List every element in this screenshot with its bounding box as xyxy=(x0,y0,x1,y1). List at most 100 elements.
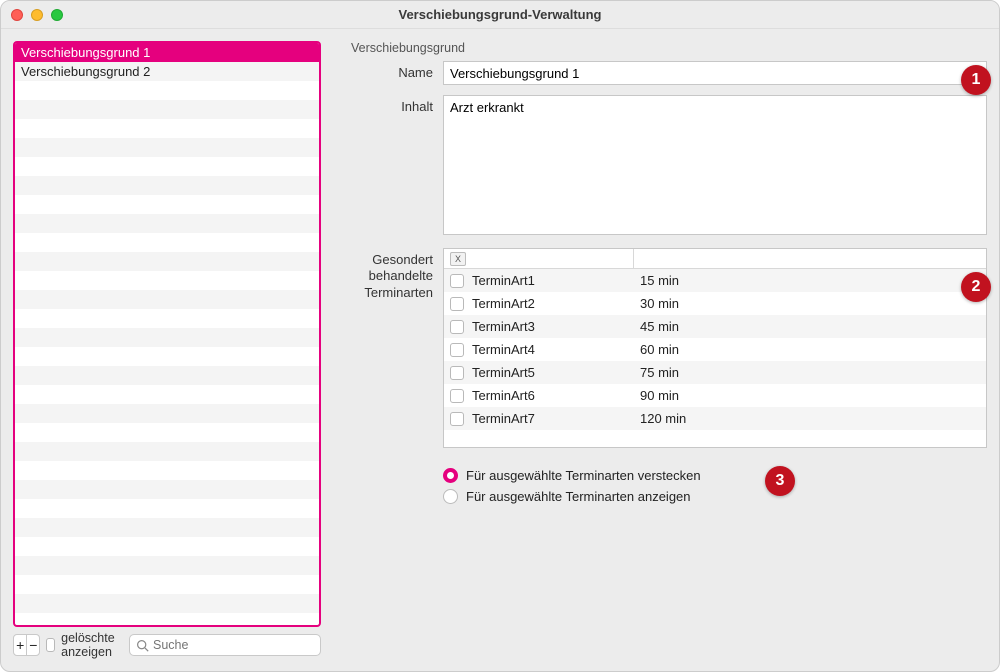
name-label: Name xyxy=(333,61,433,85)
list-item[interactable] xyxy=(15,518,319,537)
name-row: Name 1 xyxy=(333,61,987,85)
window-title: Verschiebungsgrund-Verwaltung xyxy=(1,7,999,22)
list-item[interactable] xyxy=(15,442,319,461)
row-name: TerminArt4 xyxy=(472,342,535,357)
remove-button[interactable]: − xyxy=(26,635,39,655)
list-item[interactable] xyxy=(15,537,319,556)
table-header-col1[interactable]: X xyxy=(444,249,634,268)
sidebar-footer: + − gelöschte anzeigen xyxy=(13,627,321,659)
search-field[interactable] xyxy=(129,634,321,656)
list-item[interactable] xyxy=(15,575,319,594)
row-checkbox[interactable] xyxy=(450,320,464,334)
table-row[interactable] xyxy=(444,430,986,440)
list-item[interactable] xyxy=(15,347,319,366)
radio-show[interactable] xyxy=(443,489,458,504)
content-row: Inhalt Arzt erkrankt xyxy=(333,95,987,238)
annotation-badge-1: 1 xyxy=(961,65,991,95)
row-name: TerminArt6 xyxy=(472,388,535,403)
list-item[interactable] xyxy=(15,461,319,480)
terminarten-label: Gesondert behandelte Terminarten xyxy=(333,248,433,448)
detail-panel: Verschiebungsgrund Name 1 Inhalt Arzt er… xyxy=(333,41,987,659)
list-item[interactable]: Verschiebungsgrund 1 xyxy=(15,43,319,62)
radio-show-row[interactable]: Für ausgewählte Terminarten anzeigen xyxy=(443,489,987,504)
list-item[interactable] xyxy=(15,290,319,309)
list-item[interactable] xyxy=(15,214,319,233)
content-label: Inhalt xyxy=(333,95,433,238)
row-duration: 120 min xyxy=(634,411,986,426)
list-item[interactable] xyxy=(15,157,319,176)
table-row[interactable]: TerminArt5 75 min xyxy=(444,361,986,384)
list-item[interactable] xyxy=(15,271,319,290)
terminarten-row: Gesondert behandelte Terminarten X xyxy=(333,248,987,448)
list-item[interactable] xyxy=(15,138,319,157)
terminarten-label-l3: Terminarten xyxy=(364,285,433,300)
show-deleted-checkbox[interactable] xyxy=(46,638,55,652)
annotation-badge-3: 3 xyxy=(765,466,795,496)
search-input[interactable] xyxy=(153,638,314,652)
table-header-col2[interactable] xyxy=(634,249,986,268)
add-button[interactable]: + xyxy=(14,635,26,655)
annotation-badge-2: 2 xyxy=(961,272,991,302)
content-area: Verschiebungsgrund 1Verschiebungsgrund 2… xyxy=(1,29,999,671)
list-item[interactable] xyxy=(15,233,319,252)
reason-list[interactable]: Verschiebungsgrund 1Verschiebungsgrund 2 xyxy=(13,41,321,627)
name-input[interactable] xyxy=(443,61,987,85)
radio-hide-row[interactable]: Für ausgewählte Terminarten verstecken xyxy=(443,468,987,483)
list-item[interactable] xyxy=(15,328,319,347)
row-duration: 45 min xyxy=(634,319,986,334)
row-checkbox[interactable] xyxy=(450,412,464,426)
row-checkbox[interactable] xyxy=(450,366,464,380)
row-checkbox[interactable] xyxy=(450,274,464,288)
row-duration: 60 min xyxy=(634,342,986,357)
list-item[interactable] xyxy=(15,499,319,518)
form: Name 1 Inhalt Arzt erkrankt Gesondert xyxy=(333,61,987,504)
table-row[interactable]: TerminArt3 45 min xyxy=(444,315,986,338)
list-item[interactable] xyxy=(15,119,319,138)
table-row[interactable]: TerminArt4 60 min xyxy=(444,338,986,361)
list-item[interactable] xyxy=(15,594,319,613)
list-item[interactable] xyxy=(15,480,319,499)
radio-hide-label: Für ausgewählte Terminarten verstecken xyxy=(466,468,701,483)
table-header: X xyxy=(444,249,986,269)
row-name: TerminArt7 xyxy=(472,411,535,426)
radio-show-label: Für ausgewählte Terminarten anzeigen xyxy=(466,489,691,504)
app-window: Verschiebungsgrund-Verwaltung Verschiebu… xyxy=(0,0,1000,672)
clear-selection-button[interactable]: X xyxy=(450,252,466,266)
list-item[interactable] xyxy=(15,81,319,100)
table-row[interactable]: TerminArt7 120 min xyxy=(444,407,986,430)
list-item[interactable]: Verschiebungsgrund 2 xyxy=(15,62,319,81)
table-row[interactable]: TerminArt115 min xyxy=(444,269,986,292)
row-duration: 75 min xyxy=(634,365,986,380)
list-item[interactable] xyxy=(15,100,319,119)
terminarten-table: X TerminArt115 minTerminArt230 minTermin… xyxy=(443,248,987,448)
table-body[interactable]: TerminArt115 minTerminArt230 minTerminAr… xyxy=(444,269,986,447)
list-item[interactable] xyxy=(15,385,319,404)
list-item[interactable] xyxy=(15,309,319,328)
list-item[interactable] xyxy=(15,556,319,575)
list-item[interactable] xyxy=(15,366,319,385)
row-duration: 15 min xyxy=(634,273,986,288)
list-item[interactable] xyxy=(15,423,319,442)
table-row[interactable]: TerminArt2 30 min xyxy=(444,292,986,315)
row-duration: 30 min xyxy=(634,296,986,311)
row-name: TerminArt3 xyxy=(472,319,535,334)
content-textarea[interactable]: Arzt erkrankt xyxy=(443,95,987,235)
terminarten-label-l2: behandelte xyxy=(369,268,433,283)
table-row[interactable]: TerminArt6 90 min xyxy=(444,384,986,407)
show-deleted-label: gelöschte anzeigen xyxy=(61,631,123,659)
row-checkbox[interactable] xyxy=(450,389,464,403)
list-item[interactable] xyxy=(15,176,319,195)
row-duration: 90 min xyxy=(634,388,986,403)
row-checkbox[interactable] xyxy=(450,297,464,311)
visibility-radios: Für ausgewählte Terminarten verstecken F… xyxy=(443,468,987,504)
row-name: TerminArt5 xyxy=(472,365,535,380)
add-remove-buttons: + − xyxy=(13,634,40,656)
search-icon xyxy=(136,639,149,652)
list-item[interactable] xyxy=(15,252,319,271)
list-item[interactable] xyxy=(15,195,319,214)
radio-hide[interactable] xyxy=(443,468,458,483)
sidebar: Verschiebungsgrund 1Verschiebungsgrund 2… xyxy=(13,41,321,659)
list-item[interactable] xyxy=(15,404,319,423)
row-name: TerminArt2 xyxy=(472,296,535,311)
row-checkbox[interactable] xyxy=(450,343,464,357)
